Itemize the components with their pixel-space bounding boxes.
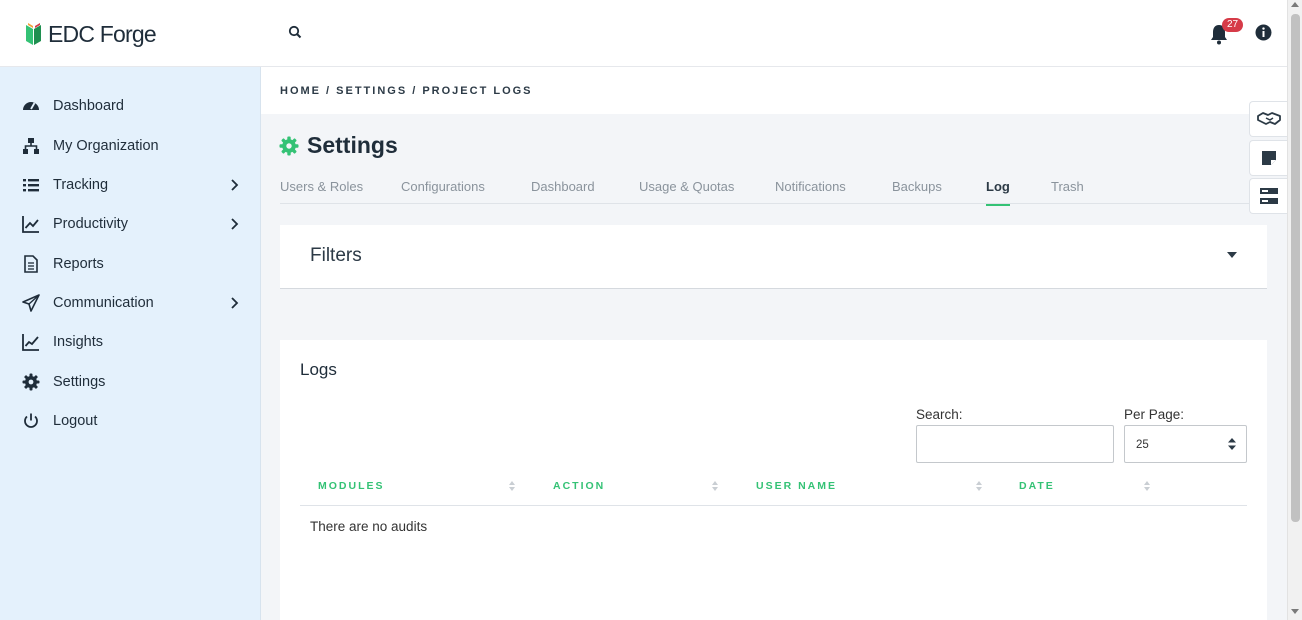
logs-card: Logs Search: Per Page: 25 MODULES ACTION… [280, 340, 1267, 620]
breadcrumb: HOME / SETTINGS / PROJECT LOGS [280, 85, 533, 97]
search-icon[interactable] [287, 24, 305, 42]
sidebar-item-reports[interactable]: Reports [0, 246, 261, 282]
page-title: Settings [307, 132, 398, 158]
scroll-down-icon[interactable] [1291, 609, 1299, 614]
sidebar-item-logout[interactable]: Logout [0, 403, 261, 439]
line-chart-icon [22, 216, 39, 233]
per-page-label: Per Page: [1124, 407, 1185, 422]
filters-title: Filters [310, 245, 362, 266]
top-header: EDC Forge 27 [0, 0, 1287, 67]
tab-backups[interactable]: Backups [892, 179, 942, 204]
logo-icon [26, 23, 41, 45]
sidebar-item-insights[interactable]: Insights [0, 324, 261, 360]
sort-icon[interactable] [509, 481, 515, 491]
server-icon [1259, 188, 1278, 204]
sort-icon[interactable] [1144, 481, 1150, 491]
logo-text: EDC Forge [48, 20, 157, 47]
column-header-action[interactable]: ACTION [553, 480, 605, 492]
sidebar-item-label: Logout [53, 413, 98, 429]
column-header-user-name[interactable]: USER NAME [756, 480, 837, 492]
sidebar-item-settings[interactable]: Settings [0, 364, 261, 400]
trend-chart-icon [22, 334, 39, 351]
sidebar-item-dashboard[interactable]: Dashboard [0, 88, 261, 124]
chevron-right-icon [231, 218, 239, 230]
per-page-select[interactable]: 25 [1124, 425, 1247, 463]
tab-configurations[interactable]: Configurations [401, 179, 485, 204]
page-scrollbar[interactable] [1287, 0, 1302, 620]
sidebar-item-label: Tracking [53, 177, 109, 193]
power-icon [24, 413, 38, 428]
list-icon [23, 179, 39, 192]
gear-icon [22, 373, 40, 391]
caret-down-icon[interactable] [1227, 252, 1237, 258]
handshake-icon [1256, 112, 1281, 125]
sidebar-item-label: My Organization [53, 138, 159, 154]
select-arrows-icon [1228, 438, 1236, 450]
sticky-note-icon [1261, 151, 1276, 165]
document-icon [24, 255, 38, 273]
sticky-note-tool-button[interactable] [1249, 140, 1287, 176]
sidebar-item-my-organization[interactable]: My Organization [0, 128, 261, 164]
chevron-right-icon [231, 179, 239, 191]
breadcrumb-bar: HOME / SETTINGS / PROJECT LOGS [261, 67, 1287, 114]
server-tool-button[interactable] [1249, 178, 1287, 214]
tab-trash[interactable]: Trash [1051, 179, 1084, 204]
sidebar-item-label: Dashboard [53, 98, 124, 114]
dashboard-gauge-icon [23, 102, 39, 110]
sidebar-item-label: Productivity [53, 216, 128, 232]
gear-icon [279, 136, 299, 156]
tab-dashboard[interactable]: Dashboard [531, 179, 595, 204]
sidebar-item-productivity[interactable]: Productivity [0, 206, 261, 242]
settings-tabs: Users & Roles Configurations Dashboard U… [280, 178, 1267, 206]
notification-badge: 27 [1222, 18, 1244, 32]
sort-icon[interactable] [712, 481, 718, 491]
sidebar-item-label: Settings [53, 374, 106, 390]
logs-title: Logs [300, 360, 337, 379]
tab-usage-quotas[interactable]: Usage & Quotas [639, 179, 734, 204]
sidebar-item-communication[interactable]: Communication [0, 285, 261, 321]
sidebar-item-tracking[interactable]: Tracking [0, 167, 261, 203]
sort-icon[interactable] [976, 481, 982, 491]
sidebar-item-label: Reports [53, 256, 104, 272]
table-header: MODULES ACTION USER NAME DATE [300, 476, 1247, 506]
tab-log[interactable]: Log [986, 179, 1010, 206]
search-input[interactable] [916, 425, 1114, 463]
tab-notifications[interactable]: Notifications [775, 179, 846, 204]
sidebar: Dashboard My Organization Tracking Produ… [0, 67, 261, 620]
column-header-modules[interactable]: MODULES [318, 480, 385, 492]
empty-table-message: There are no audits [310, 519, 428, 534]
app-logo[interactable]: EDC Forge [24, 20, 157, 48]
per-page-value: 25 [1136, 439, 1149, 451]
org-chart-icon [23, 138, 39, 154]
info-icon[interactable] [1255, 24, 1272, 41]
scroll-up-icon[interactable] [1291, 2, 1299, 7]
filters-panel[interactable]: Filters [280, 225, 1267, 289]
search-label: Search: [916, 407, 963, 422]
sidebar-item-label: Insights [53, 334, 103, 350]
sidebar-item-label: Communication [53, 295, 154, 311]
tab-users-roles[interactable]: Users & Roles [280, 179, 363, 204]
paper-plane-icon [22, 294, 40, 312]
chevron-right-icon [231, 297, 239, 309]
handshake-tool-button[interactable] [1249, 101, 1287, 137]
column-header-date[interactable]: DATE [1019, 480, 1055, 492]
scrollbar-thumb[interactable] [1291, 14, 1300, 522]
